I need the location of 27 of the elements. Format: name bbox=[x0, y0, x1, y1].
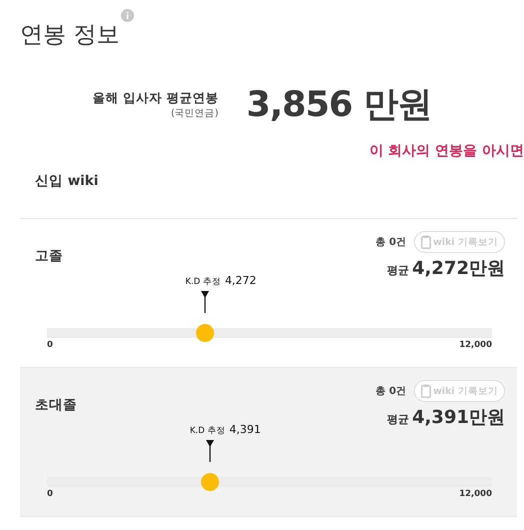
section-title: 신입 wiki bbox=[35, 172, 100, 190]
record-count: 총 0건 bbox=[376, 236, 406, 249]
clipboard-icon bbox=[421, 384, 432, 398]
scale-max: 12,000 bbox=[459, 340, 492, 350]
group-name: 초대졸 bbox=[35, 396, 77, 414]
summary-label: 올해 입사자 평균연봉 bbox=[92, 89, 218, 107]
average-value: 4,272만원 bbox=[412, 257, 505, 280]
average-label: 평균 bbox=[387, 263, 410, 278]
notice-text: 이 회사의 연봉을 아시면 bbox=[369, 142, 524, 160]
estimate-value: 4,391 bbox=[229, 423, 261, 436]
clipboard-icon bbox=[421, 235, 432, 249]
pin-icon bbox=[206, 440, 214, 462]
scale-min: 0 bbox=[47, 489, 53, 499]
info-icon[interactable] bbox=[121, 9, 134, 22]
estimate-value: 4,272 bbox=[224, 274, 256, 287]
group-name: 고졸 bbox=[35, 247, 63, 265]
scale-min: 0 bbox=[47, 340, 53, 350]
estimate-label: K.D 추정 bbox=[190, 425, 226, 437]
salary-value: 3,856 만원 bbox=[246, 84, 432, 127]
estimate-label: K.D 추정 bbox=[185, 276, 221, 288]
record-count: 총 0건 bbox=[376, 385, 406, 398]
pin-icon bbox=[201, 291, 210, 313]
summary-sublabel: (국민연금) bbox=[170, 107, 218, 120]
average-value: 4,391만원 bbox=[412, 406, 505, 429]
average-label: 평균 bbox=[387, 412, 410, 427]
scale-max: 12,000 bbox=[459, 489, 492, 499]
page-title: 연봉 정보 bbox=[20, 22, 120, 48]
